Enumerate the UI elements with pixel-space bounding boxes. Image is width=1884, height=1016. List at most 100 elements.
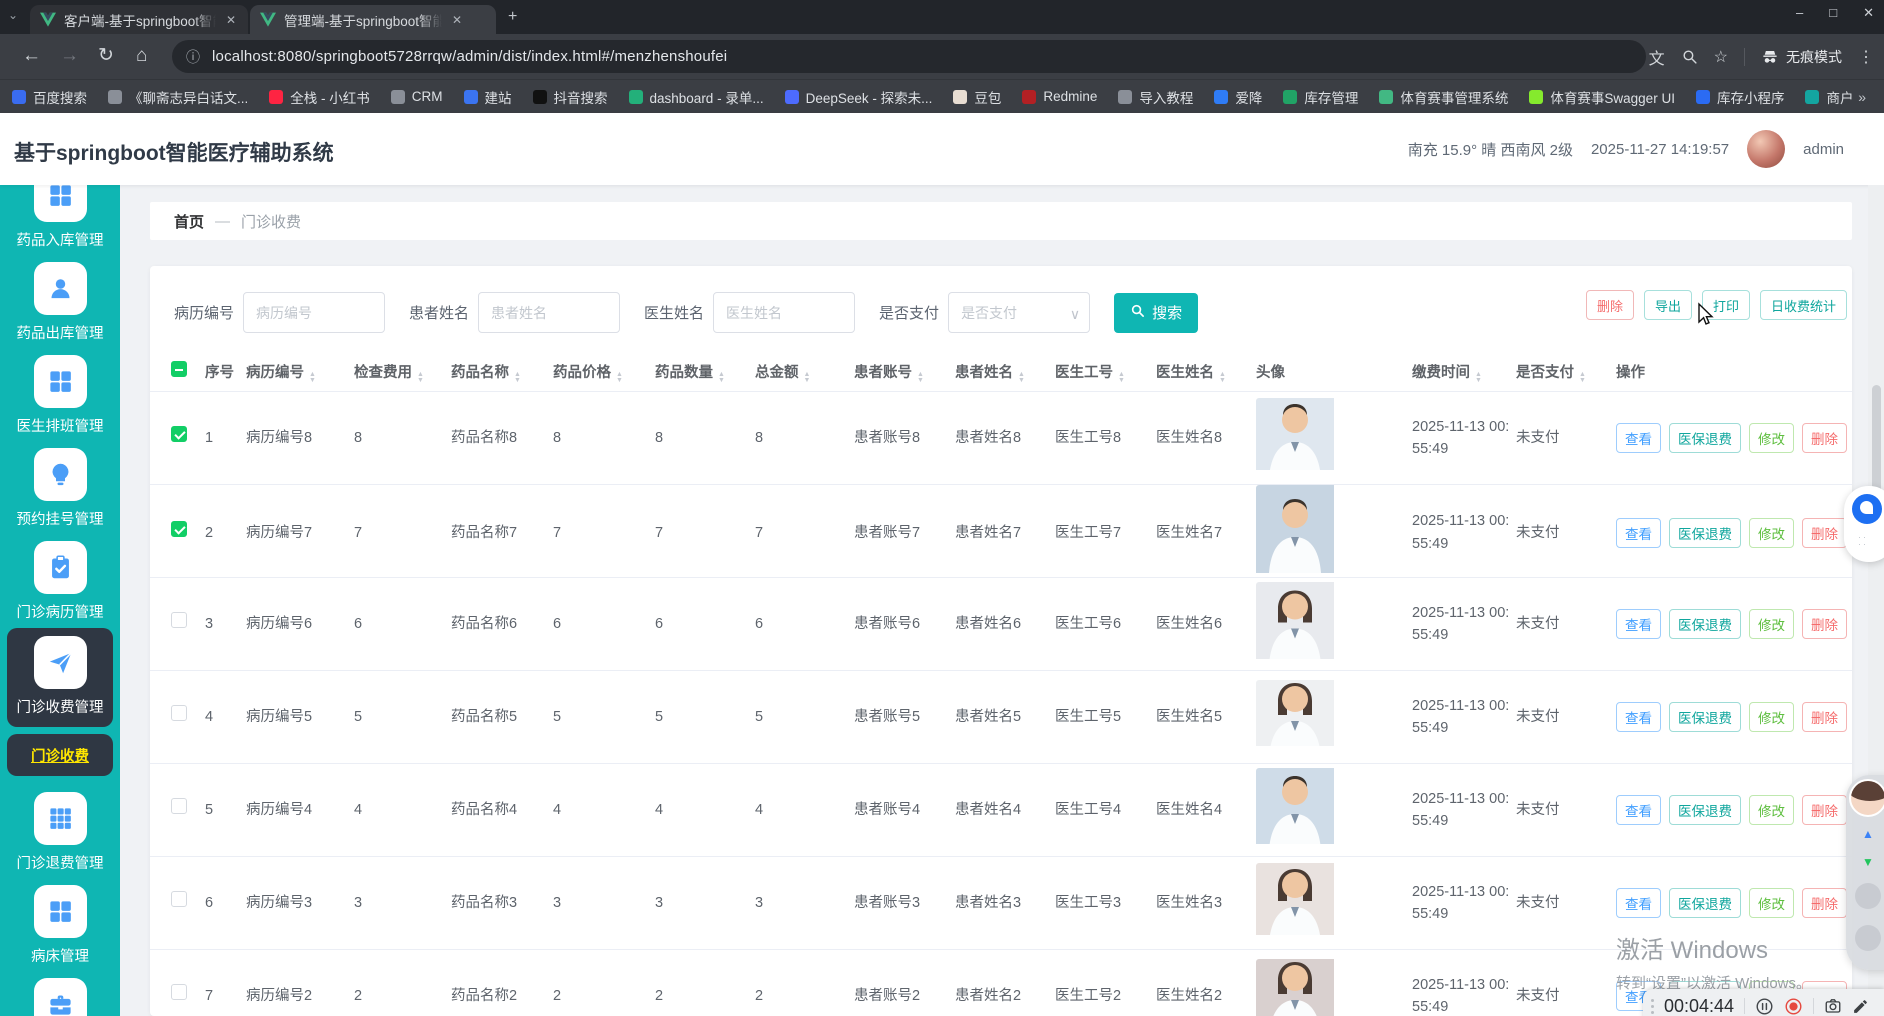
sidebar-item-病床管理[interactable]: 病床管理 — [0, 879, 120, 972]
tab-list-icon[interactable]: ⌄ — [8, 8, 18, 22]
bookmark-item[interactable]: 豆包 — [953, 87, 1001, 107]
export-button[interactable]: 导出 — [1643, 290, 1692, 320]
insurance-refund-button[interactable]: 医保退费 — [1669, 888, 1741, 918]
sort-caret-icon[interactable]: ▲ ▼ — [1579, 371, 1586, 384]
bookmark-item[interactable]: 建站 — [463, 87, 512, 107]
insurance-refund-button[interactable]: 医保退费 — [1669, 423, 1741, 453]
insurance-refund-button[interactable]: 医保退费 — [1669, 795, 1741, 825]
delete-button[interactable]: 删除 — [1802, 888, 1847, 918]
view-button[interactable]: 查看 — [1616, 888, 1661, 918]
sort-caret-icon[interactable]: ▲ ▼ — [1475, 371, 1482, 384]
column-header-缴费时间[interactable]: 缴费时间 ▲ ▼ — [1412, 362, 1516, 384]
drag-handle-icon[interactable]: ·· ·· — [1858, 533, 1876, 549]
bookmark-item[interactable]: 百度搜索 — [12, 87, 87, 107]
sidebar-item-医生排班管理[interactable]: 医生排班管理 — [0, 349, 120, 442]
sidebar-item-预约挂号管理[interactable]: 预约挂号管理 — [0, 442, 120, 535]
bookmark-item[interactable]: 库存小程序 — [1695, 87, 1784, 107]
breadcrumb-home[interactable]: 首页 — [174, 211, 204, 232]
recorder-drag-handle[interactable] — [1651, 998, 1654, 1014]
tab-close-icon[interactable]: ✕ — [224, 13, 238, 27]
bookmark-item[interactable]: 爱降 — [1214, 87, 1262, 107]
browser-tab[interactable]: 管理端-基于springboot智能医 ✕ — [250, 5, 496, 34]
site-info-icon[interactable]: ⓘ — [186, 47, 200, 67]
column-header-总金额[interactable]: 总金额 ▲ ▼ — [755, 362, 854, 384]
bookmark-item[interactable]: 全栈 - 小红书 — [269, 87, 370, 107]
filter-input-医生姓名[interactable] — [713, 292, 856, 333]
delete-button[interactable]: 删除 — [1802, 609, 1847, 639]
minimize-icon[interactable]: – — [1796, 5, 1803, 21]
sort-caret-icon[interactable]: ▲ ▼ — [309, 371, 316, 384]
sort-caret-icon[interactable]: ▲ ▼ — [1018, 371, 1025, 384]
annotate-pencil-icon[interactable] — [1852, 998, 1869, 1015]
column-header-医生工号[interactable]: 医生工号 ▲ ▼ — [1055, 362, 1156, 384]
new-tab-button[interactable]: + — [508, 8, 517, 26]
sort-caret-icon[interactable]: ▲ ▼ — [514, 371, 521, 384]
reload-icon[interactable]: ↻ — [98, 45, 114, 67]
column-header-患者姓名[interactable]: 患者姓名 ▲ ▼ — [955, 362, 1055, 384]
delete-button[interactable]: 删除 — [1802, 517, 1847, 548]
row-checkbox[interactable] — [171, 984, 187, 1001]
edit-button[interactable]: 修改 — [1749, 888, 1794, 918]
screenshot-camera-icon[interactable] — [1824, 997, 1842, 1015]
edit-button[interactable]: 修改 — [1749, 517, 1794, 548]
translate-icon[interactable]: 文 — [1649, 45, 1665, 69]
edit-button[interactable]: 修改 — [1749, 423, 1794, 453]
search-button[interactable]: 搜索 — [1114, 292, 1199, 333]
row-checkbox[interactable] — [171, 891, 187, 908]
view-button[interactable]: 查看 — [1616, 517, 1661, 548]
view-button[interactable]: 查看 — [1616, 423, 1661, 453]
close-window-icon[interactable]: ✕ — [1863, 5, 1874, 21]
view-button[interactable]: 查看 — [1616, 609, 1661, 639]
filter-input-病历编号[interactable] — [243, 292, 386, 333]
column-header-是否支付[interactable]: 是否支付 ▲ ▼ — [1516, 362, 1616, 384]
stop-recording-icon[interactable] — [1784, 997, 1803, 1016]
bookmark-item[interactable]: CRM — [390, 89, 443, 104]
bookmark-item[interactable]: 体育赛事管理系统 — [1379, 87, 1508, 107]
sort-caret-icon[interactable]: ▲ ▼ — [616, 371, 623, 384]
bookmark-item[interactable]: 体育赛事Swagger UI — [1529, 87, 1675, 107]
pause-recording-icon[interactable] — [1755, 997, 1774, 1016]
edit-button[interactable]: 修改 — [1749, 702, 1794, 732]
bookmark-star-icon[interactable]: ☆ — [1714, 47, 1728, 67]
sort-caret-icon[interactable]: ▲ ▼ — [1219, 371, 1226, 384]
column-header-病历编号[interactable]: 病历编号 ▲ ▼ — [246, 362, 354, 384]
assistant-icon[interactable] — [1852, 494, 1882, 524]
column-header-药品价格[interactable]: 药品价格 ▲ ▼ — [553, 362, 655, 384]
view-button[interactable]: 查看 — [1616, 702, 1661, 732]
browser-menu-icon[interactable]: ⋮ — [1858, 47, 1874, 67]
row-checkbox[interactable] — [171, 612, 187, 629]
address-bar[interactable]: ⓘ localhost:8080/springboot5728rrqw/admi… — [172, 40, 1646, 73]
row-checkbox[interactable] — [171, 521, 187, 537]
sort-caret-icon[interactable]: ▲ ▼ — [1118, 371, 1125, 384]
delete-selected-button[interactable]: 删除 — [1585, 290, 1634, 320]
assistant-widget[interactable]: ·· ·· — [1844, 486, 1884, 562]
sort-caret-icon[interactable]: ▲ ▼ — [718, 371, 725, 384]
recorder-tool-button[interactable] — [1855, 925, 1881, 951]
bookmark-item[interactable]: 抖音搜索 — [532, 87, 608, 107]
forward-icon[interactable]: → — [60, 45, 79, 67]
insurance-refund-button[interactable]: 医保退费 — [1669, 517, 1741, 548]
insurance-refund-button[interactable]: 医保退费 — [1669, 702, 1741, 732]
bookmark-item[interactable]: Redmine — [1022, 89, 1097, 104]
bookmarks-overflow-icon[interactable]: » — [1852, 89, 1872, 105]
row-checkbox[interactable] — [171, 705, 187, 722]
bookmark-item[interactable]: 库存管理 — [1283, 87, 1358, 107]
view-button[interactable]: 查看 — [1616, 795, 1661, 825]
sort-caret-icon[interactable]: ▲ ▼ — [417, 371, 424, 384]
sidebar-item-门诊收费管理[interactable]: 门诊收费管理 — [7, 628, 113, 727]
recorder-side-panel[interactable]: ▲ ▼ — [1846, 775, 1884, 970]
bookmark-item[interactable]: 商户管理 — [1805, 87, 1852, 107]
sidebar-item-门诊退费管理[interactable]: 门诊退费管理 — [0, 786, 120, 879]
delete-button[interactable]: 删除 — [1802, 423, 1847, 453]
column-header-医生姓名[interactable]: 医生姓名 ▲ ▼ — [1156, 362, 1256, 384]
sidebar-item-门诊病历管理[interactable]: 门诊病历管理 — [0, 535, 120, 628]
avatar[interactable] — [1747, 130, 1786, 168]
sidebar-item-住院安排管理[interactable]: 住院安排管理 — [0, 972, 120, 1016]
bookmark-item[interactable]: 导入教程 — [1118, 87, 1193, 107]
recorder-tool-button[interactable] — [1855, 883, 1881, 909]
edit-button[interactable]: 修改 — [1749, 609, 1794, 639]
sidebar-submenu-active[interactable]: 门诊收费 — [7, 734, 113, 776]
sidebar-item-药品入库管理[interactable]: 药品入库管理 — [0, 185, 120, 256]
column-header-药品名称[interactable]: 药品名称 ▲ ▼ — [451, 362, 553, 384]
column-header-药品数量[interactable]: 药品数量 ▲ ▼ — [655, 362, 755, 384]
